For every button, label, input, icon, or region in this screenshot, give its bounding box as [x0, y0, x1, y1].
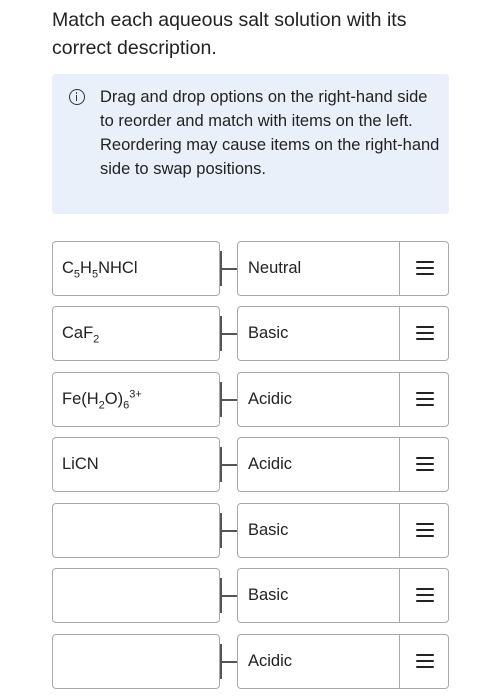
- handle-divider: [399, 438, 400, 491]
- match-row: C5H5NHCl Neutral: [52, 241, 449, 296]
- draggable-option[interactable]: Acidic: [237, 437, 449, 492]
- match-row: Basic: [52, 503, 449, 558]
- info-icon: [69, 89, 85, 105]
- drag-handle-icon[interactable]: [416, 261, 434, 276]
- handle-divider: [399, 569, 400, 622]
- draggable-option[interactable]: Neutral: [237, 241, 449, 296]
- instructions-line-1: Drag and drop options on the right-hand …: [100, 88, 428, 130]
- match-row: LiCN Acidic: [52, 437, 449, 492]
- match-row: Acidic: [52, 634, 449, 689]
- left-item: C5H5NHCl: [52, 241, 220, 296]
- left-item: [52, 634, 220, 689]
- left-item: [52, 568, 220, 623]
- drag-handle-icon[interactable]: [416, 588, 434, 603]
- option-label: Neutral: [248, 259, 302, 277]
- option-label: Basic: [248, 586, 289, 604]
- instructions-text: Drag and drop options on the right-hand …: [100, 85, 440, 181]
- left-item: [52, 503, 220, 558]
- match-row: Fe(H2O)63+ Acidic: [52, 372, 449, 427]
- option-label: Acidic: [248, 455, 293, 473]
- match-connector: [220, 644, 237, 679]
- handle-divider: [399, 242, 400, 295]
- left-item: LiCN: [52, 437, 220, 492]
- match-connector: [220, 251, 237, 286]
- match-row: CaF2 Basic: [52, 306, 449, 361]
- option-label: Acidic: [248, 652, 293, 670]
- match-connector: [220, 578, 237, 613]
- match-connector: [220, 316, 237, 351]
- match-connector: [220, 382, 237, 417]
- drag-handle-icon[interactable]: [416, 457, 434, 472]
- draggable-option[interactable]: Basic: [237, 306, 449, 361]
- option-label: Acidic: [248, 390, 293, 408]
- draggable-option[interactable]: Basic: [237, 568, 449, 623]
- handle-divider: [399, 373, 400, 426]
- left-item: Fe(H2O)63+: [52, 372, 220, 427]
- handle-divider: [399, 504, 400, 557]
- match-connector: [220, 447, 237, 482]
- draggable-option[interactable]: Acidic: [237, 634, 449, 689]
- handle-divider: [399, 307, 400, 360]
- handle-divider: [399, 635, 400, 688]
- match-connector: [220, 513, 237, 548]
- option-label: Basic: [248, 324, 289, 342]
- question-text: Match each aqueous salt solution with it…: [52, 9, 407, 59]
- instructions-line-2: Reordering may cause items on the right-…: [100, 136, 440, 178]
- drag-handle-icon[interactable]: [416, 326, 434, 341]
- drag-handle-icon[interactable]: [416, 654, 434, 669]
- match-row: Basic: [52, 568, 449, 623]
- option-label: Basic: [248, 521, 289, 539]
- draggable-option[interactable]: Acidic: [237, 372, 449, 427]
- drag-handle-icon[interactable]: [416, 523, 434, 538]
- instructions-box: Drag and drop options on the right-hand …: [52, 74, 449, 214]
- left-item: CaF2: [52, 306, 220, 361]
- drag-handle-icon[interactable]: [416, 392, 434, 407]
- draggable-option[interactable]: Basic: [237, 503, 449, 558]
